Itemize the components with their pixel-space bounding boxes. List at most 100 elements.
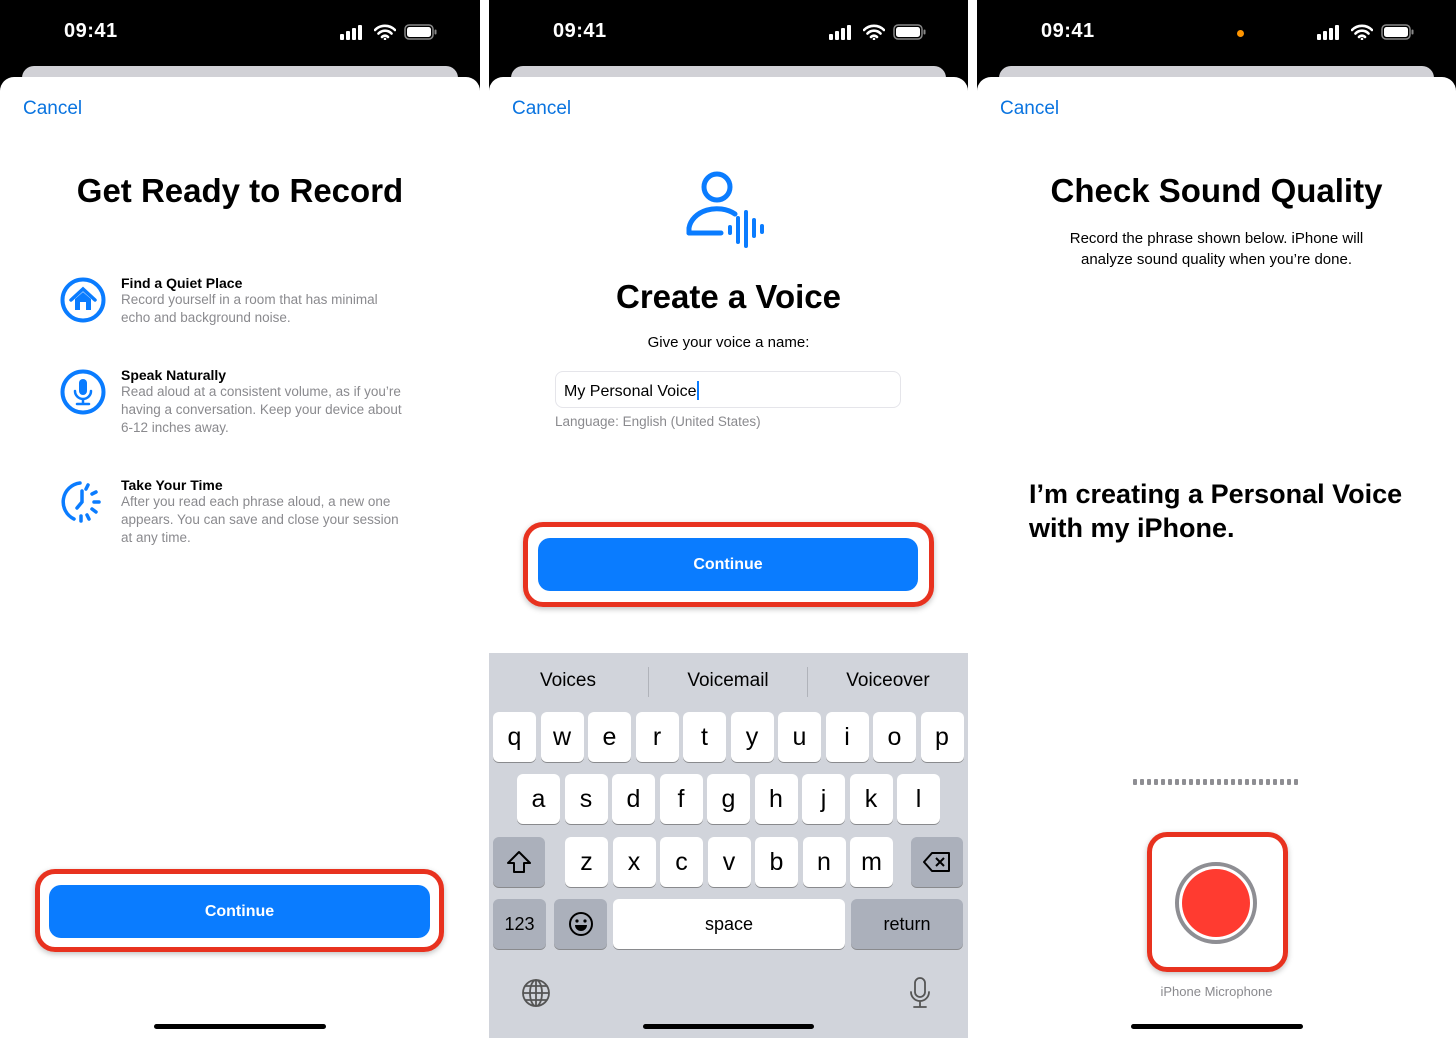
key-w[interactable]: w — [540, 712, 584, 762]
level-dot — [1238, 779, 1242, 785]
key-o[interactable]: o — [873, 712, 916, 762]
status-time: 09:41 — [1041, 20, 1095, 42]
key-m[interactable]: m — [850, 837, 893, 887]
key-v[interactable]: v — [707, 837, 751, 887]
level-dot — [1154, 779, 1158, 785]
key-z[interactable]: z — [565, 837, 608, 887]
level-dot — [1133, 779, 1137, 785]
tip-title: Find a Quiet Place — [121, 275, 243, 291]
level-dot — [1224, 779, 1228, 785]
key-b[interactable]: b — [755, 837, 798, 887]
key-q[interactable]: q — [493, 712, 536, 762]
key-u[interactable]: u — [778, 712, 821, 762]
level-dot — [1273, 779, 1277, 785]
cancel-button[interactable]: Cancel — [23, 98, 82, 120]
screen-get-ready: 09:41 Cancel Get Ready to Record Find a … — [0, 0, 480, 1038]
key-g[interactable]: g — [707, 774, 750, 824]
key-e[interactable]: e — [588, 712, 631, 762]
key-t[interactable]: t — [683, 712, 726, 762]
tip-description: having a conversation. Keep your device … — [121, 402, 402, 417]
phrase-text: I’m creating a Personal Voice with my iP… — [1029, 477, 1402, 545]
backspace-icon — [923, 852, 950, 872]
home-indicator — [643, 1024, 814, 1029]
continue-button[interactable]: Continue — [49, 885, 430, 938]
suggestion[interactable]: Voices — [493, 670, 643, 692]
home-indicator — [154, 1024, 326, 1029]
level-dot — [1196, 779, 1200, 785]
key-i[interactable]: i — [825, 712, 869, 762]
key-f[interactable]: f — [659, 774, 703, 824]
record-icon — [1182, 869, 1250, 937]
tip-description: 6-12 inches away. — [121, 420, 229, 435]
level-dot — [1259, 779, 1263, 785]
numbers-key[interactable]: 123 — [493, 899, 546, 949]
globe-icon[interactable] — [521, 978, 551, 1008]
subtitle-line: analyze sound quality when you’re done. — [1080, 251, 1353, 268]
tip-description: at any time. — [121, 530, 191, 545]
status-icons — [1317, 24, 1415, 40]
level-dot — [1245, 779, 1249, 785]
shift-key[interactable] — [493, 837, 545, 887]
level-dot — [1266, 779, 1270, 785]
cancel-button[interactable]: Cancel — [1000, 98, 1059, 120]
screen-check-sound: 09:41 Cancel Check Sound Quality Record … — [977, 0, 1456, 1038]
key-p[interactable]: p — [920, 712, 964, 762]
key-c[interactable]: c — [660, 837, 703, 887]
emoji-key[interactable] — [554, 899, 607, 949]
key-n[interactable]: n — [802, 837, 846, 887]
tip-item: Take Your Time After you read each phras… — [121, 477, 399, 547]
level-dot — [1147, 779, 1151, 785]
level-dot — [1231, 779, 1235, 785]
key-a[interactable]: a — [517, 774, 560, 824]
tip-description: echo and background noise. — [121, 310, 291, 325]
keyboard: Voices Voicemail Voiceover q w e r t y u i o p a s d f g h… — [489, 653, 968, 1038]
level-dot — [1280, 779, 1284, 785]
tip-item: Speak Naturally Read aloud at a consiste… — [121, 367, 402, 437]
level-dot — [1210, 779, 1214, 785]
return-key[interactable]: return — [851, 899, 963, 949]
tip-description: Record yourself in a room that has minim… — [121, 292, 378, 307]
sheet: Cancel Check Sound Quality Record the ph… — [977, 77, 1456, 1038]
key-r[interactable]: r — [635, 712, 679, 762]
emoji-icon — [568, 912, 593, 936]
delete-key[interactable] — [911, 837, 963, 887]
phrase-line: I’m creating a Personal Voice — [1029, 479, 1403, 509]
key-s[interactable]: s — [564, 774, 608, 824]
level-dot — [1252, 779, 1256, 785]
status-icons — [340, 24, 438, 40]
key-x[interactable]: x — [612, 837, 656, 887]
record-button[interactable] — [1175, 862, 1257, 944]
cellular-signal-icon — [1317, 25, 1339, 40]
microphone-icon — [60, 369, 106, 420]
level-dot — [1189, 779, 1193, 785]
mic-indicator-dot — [1237, 30, 1244, 37]
tip-title: Speak Naturally — [121, 367, 227, 383]
shift-icon — [507, 851, 531, 873]
audio-level-meter — [1133, 779, 1298, 785]
suggestion[interactable]: Voiceover — [813, 670, 963, 692]
mic-label: iPhone Microphone — [1160, 984, 1273, 999]
key-y[interactable]: y — [730, 712, 774, 762]
wifi-icon — [374, 24, 396, 40]
level-dot — [1182, 779, 1186, 785]
page-title: Check Sound Quality — [1050, 172, 1383, 209]
tip-title: Take Your Time — [121, 477, 223, 493]
status-time: 09:41 — [64, 20, 118, 42]
key-h[interactable]: h — [754, 774, 798, 824]
sheet: Cancel Get Ready to Record Find a Quiet … — [0, 77, 480, 1038]
key-d[interactable]: d — [612, 774, 655, 824]
subtitle: Record the phrase shown below. iPhone wi… — [977, 228, 1456, 270]
battery-icon — [404, 24, 437, 40]
page-title: Get Ready to Record — [76, 172, 404, 209]
dictation-mic-icon[interactable] — [908, 976, 932, 1010]
tip-description: After you read each phrase aloud, a new … — [121, 494, 391, 509]
screen-create-voice: 09:41 Cancel Create a Voice Give your vo… — [489, 0, 968, 1038]
suggestion[interactable]: Voicemail — [653, 670, 803, 692]
key-j[interactable]: j — [802, 774, 845, 824]
phrase-line: with my iPhone. — [1029, 513, 1235, 543]
key-l[interactable]: l — [897, 774, 940, 824]
level-dot — [1294, 779, 1298, 785]
key-k[interactable]: k — [849, 774, 893, 824]
space-key[interactable]: space — [613, 899, 845, 949]
house-icon — [60, 277, 106, 328]
